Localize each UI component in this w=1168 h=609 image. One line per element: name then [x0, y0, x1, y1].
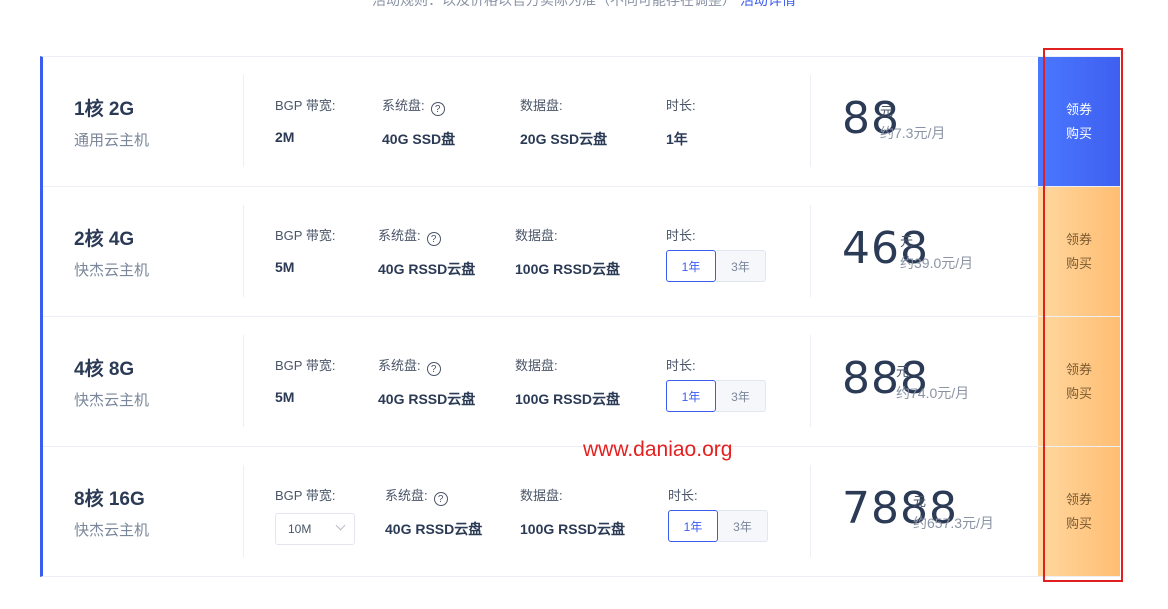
help-icon[interactable]: ?	[433, 492, 448, 506]
system-disk-label: 系统盘:?	[382, 95, 445, 116]
help-icon[interactable]: ?	[430, 102, 445, 116]
plan-name: 2核 4G	[74, 229, 135, 250]
divider	[243, 335, 244, 427]
bandwidth-label: BGP 带宽:	[275, 488, 336, 503]
duration-option-1y[interactable]: 1年	[666, 250, 716, 282]
system-disk-label-text: 系统盘:	[378, 228, 421, 243]
data-disk-label: 数据盘:	[515, 358, 558, 373]
promo-rules-main: 活动规则：以及价格以官方实际为准（不同可能存在调整）	[372, 0, 737, 8]
data-disk-label: 数据盘:	[515, 228, 558, 243]
system-disk-label: 系统盘:?	[378, 355, 441, 376]
plan-list: 1核 2G 通用云主机 BGP 带宽: 2M 系统盘:? 40G SSD盘 数据…	[40, 56, 1120, 577]
divider	[810, 75, 811, 167]
data-disk-value: 100G RSSD云盘	[515, 261, 621, 277]
system-disk-value: 40G RSSD云盘	[378, 261, 476, 277]
data-disk-value: 100G RSSD云盘	[520, 521, 626, 537]
duration-option-3y[interactable]: 3年	[716, 380, 766, 412]
plan-row: 8核 16G 快杰云主机 BGP 带宽: 10M 系统盘:? 40G RSSD云…	[43, 447, 1120, 577]
plan-type: 快杰云主机	[74, 522, 150, 539]
annotation-highlight-box	[1043, 48, 1123, 582]
promo-details-link[interactable]: 活动详情	[740, 0, 796, 8]
monthly-price: 约74.0元/月	[896, 385, 970, 401]
monthly-price: 约39.0元/月	[900, 255, 974, 271]
divider	[810, 205, 811, 297]
duration-label: 时长:	[666, 228, 696, 243]
bandwidth-value: 2M	[275, 129, 295, 145]
divider	[243, 205, 244, 297]
plan-row: 1核 2G 通用云主机 BGP 带宽: 2M 系统盘:? 40G SSD盘 数据…	[43, 57, 1120, 187]
chevron-down-icon	[335, 520, 346, 531]
duration-option-1y[interactable]: 1年	[666, 380, 716, 412]
promo-rules-text: 活动规则：以及价格以官方实际为准（不同可能存在调整） 活动详情	[0, 0, 1168, 8]
data-disk-value: 100G RSSD云盘	[515, 391, 621, 407]
duration-selector: 1年 3年	[668, 510, 768, 542]
help-icon[interactable]: ?	[426, 362, 441, 376]
bandwidth-select[interactable]: 10M	[275, 513, 355, 545]
system-disk-value: 40G RSSD云盘	[378, 391, 476, 407]
system-disk-value: 40G RSSD云盘	[385, 521, 483, 537]
plan-type: 快杰云主机	[74, 262, 150, 279]
plan-row: 2核 4G 快杰云主机 BGP 带宽: 5M 系统盘:? 40G RSSD云盘 …	[43, 187, 1120, 317]
currency-label: 元	[880, 104, 894, 119]
duration-selector: 1年 3年	[666, 250, 766, 282]
system-disk-label: 系统盘:?	[378, 225, 441, 246]
plan-name: 8核 16G	[74, 489, 145, 510]
bandwidth-label: BGP 带宽:	[275, 228, 336, 243]
system-disk-label-text: 系统盘:	[382, 98, 425, 113]
duration-value: 1年	[666, 131, 688, 147]
system-disk-value: 40G SSD盘	[382, 131, 456, 147]
duration-label: 时长:	[666, 358, 696, 373]
bandwidth-label: BGP 带宽:	[275, 358, 336, 373]
bandwidth-label: BGP 带宽:	[275, 98, 336, 113]
duration-option-3y[interactable]: 3年	[718, 510, 768, 542]
plan-name: 1核 2G	[74, 99, 135, 120]
monthly-price: 约657.3元/月	[913, 515, 994, 531]
data-disk-label: 数据盘:	[520, 98, 563, 113]
currency-label: 元	[913, 494, 927, 509]
plan-type: 通用云主机	[74, 132, 150, 149]
monthly-price: 约7.3元/月	[880, 125, 946, 141]
bandwidth-value: 5M	[275, 259, 295, 275]
bandwidth-value: 5M	[275, 389, 295, 405]
currency-label: 元	[900, 234, 914, 249]
duration-option-1y[interactable]: 1年	[668, 510, 718, 542]
currency-label: 元	[896, 364, 910, 379]
plan-name: 4核 8G	[74, 359, 135, 380]
divider	[810, 335, 811, 427]
system-disk-label-text: 系统盘:	[385, 488, 428, 503]
data-disk-label: 数据盘:	[520, 488, 563, 503]
divider	[810, 465, 811, 557]
divider	[243, 465, 244, 557]
duration-label: 时长:	[668, 488, 698, 503]
system-disk-label: 系统盘:?	[385, 485, 448, 506]
divider	[243, 75, 244, 167]
duration-option-3y[interactable]: 3年	[716, 250, 766, 282]
bandwidth-select-value: 10M	[288, 522, 312, 536]
system-disk-label-text: 系统盘:	[378, 358, 421, 373]
watermark-text: www.daniao.org	[583, 438, 733, 461]
plan-type: 快杰云主机	[74, 392, 150, 409]
data-disk-value: 20G SSD云盘	[520, 131, 608, 147]
help-icon[interactable]: ?	[426, 232, 441, 246]
duration-selector: 1年 3年	[666, 380, 766, 412]
plan-row: 4核 8G 快杰云主机 BGP 带宽: 5M 系统盘:? 40G RSSD云盘 …	[43, 317, 1120, 447]
duration-label: 时长:	[666, 98, 696, 113]
